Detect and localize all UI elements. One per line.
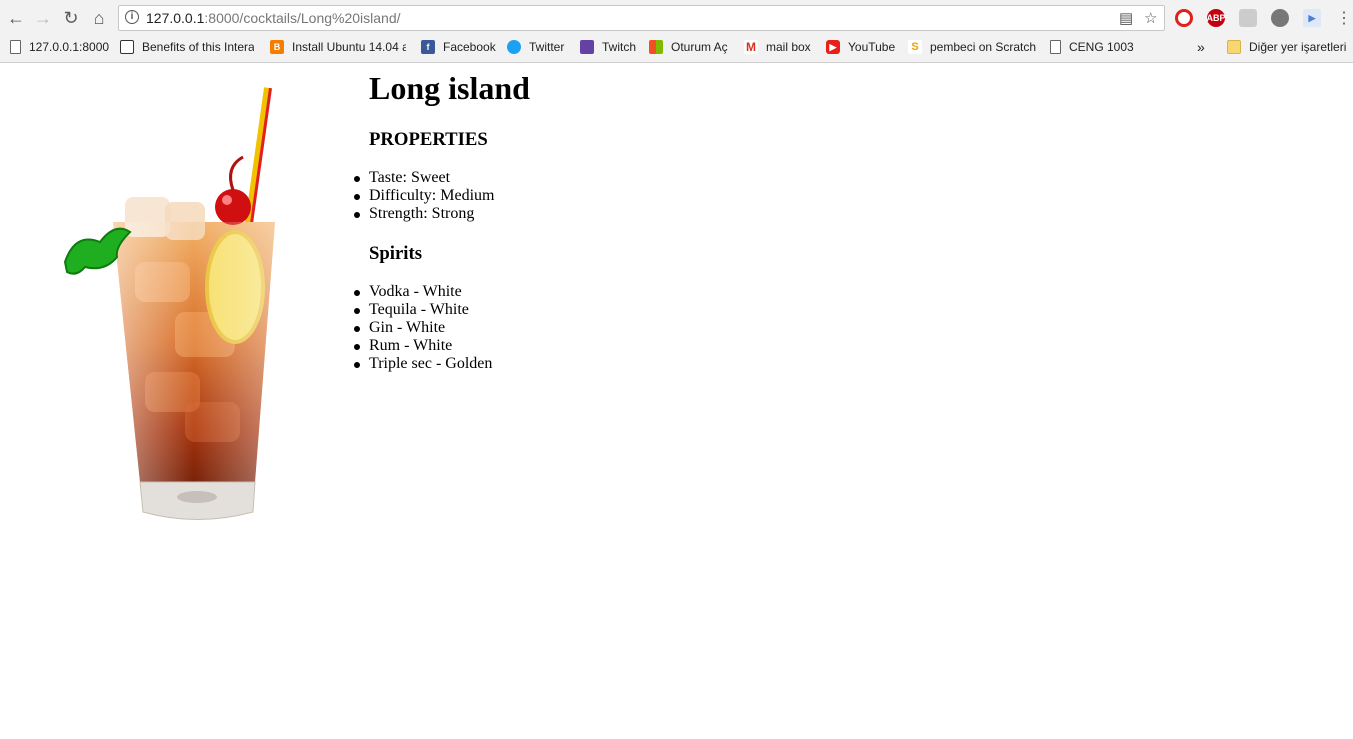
url-host: 127.0.0.1 — [146, 10, 205, 26]
other-bookmarks-label: Diğer yer işaretleri — [1249, 40, 1347, 54]
bookmark-label: Benefits of this Intera — [142, 40, 254, 54]
bookmark-item[interactable]: ▶ YouTube — [826, 38, 895, 56]
bookmark-item[interactable]: Spembeci on Scratch — [908, 38, 1036, 56]
url-text[interactable]: 127.0.0.1:8000/cocktails/Long%20island/ — [146, 10, 401, 26]
bookmark-label: pembeci on Scratch — [930, 40, 1037, 54]
adblock-plus-icon[interactable]: ABP — [1207, 9, 1226, 27]
spirits-list: Vodka - White Tequila - White Gin - Whit… — [353, 283, 493, 373]
list-item: Triple sec - Golden — [353, 355, 493, 372]
home-icon[interactable]: ⌂ — [88, 7, 110, 29]
bookmark-label: Twitch — [602, 40, 637, 54]
page-content: Long island PROPERTIES Taste: Sweet Diff… — [0, 62, 1353, 739]
facebook-icon: f — [421, 40, 435, 54]
bookmark-item[interactable]: Benefits of this Intera — [120, 38, 254, 56]
bookmark-item[interactable]: CENG 1003 — [1050, 38, 1134, 56]
bookmark-label: mail box — [766, 40, 811, 54]
spirits-heading: Spirits — [369, 243, 422, 264]
properties-heading: PROPERTIES — [369, 129, 488, 150]
bookmarks-bar: 127.0.0.1:8000 Benefits of this Intera B… — [0, 36, 1353, 58]
reload-icon[interactable]: ↻ — [60, 7, 82, 29]
twitter-icon — [507, 40, 521, 54]
list-item: Gin - White — [353, 319, 492, 337]
site-icon — [120, 40, 134, 54]
bookmark-label: 127.0.0.1:8000 — [29, 40, 110, 54]
browser-toolbar: ← → ↻ ⌂ i 127.0.0.1:8000/cocktails/Long%… — [0, 0, 1353, 36]
bookmark-label: Install Ubuntu 14.04 a — [292, 40, 406, 54]
shield-icon[interactable] — [1239, 9, 1257, 27]
gmail-icon: M — [744, 40, 758, 54]
bookmark-label: Twitter — [529, 40, 565, 54]
list-item: Vodka - White — [353, 283, 492, 301]
bookmark-item[interactable]: Twitter — [507, 38, 564, 56]
properties-list: Taste: Sweet Difficulty: Medium Strength… — [353, 169, 495, 223]
bookmark-item[interactable]: f Facebook — [421, 38, 496, 56]
bookmark-item[interactable]: 127.0.0.1:8000 — [10, 38, 109, 56]
list-item: Rum - White — [353, 337, 492, 355]
bookmark-label: YouTube — [848, 40, 896, 54]
list-item: Tequila - White — [353, 301, 492, 319]
bookmark-item[interactable]: Mmail box — [744, 38, 811, 56]
twitch-icon — [580, 40, 594, 54]
list-item: Strength: Strong — [353, 205, 494, 223]
page-icon — [1050, 40, 1061, 54]
menu-icon[interactable]: ⋮ — [1333, 7, 1353, 29]
opera-icon[interactable] — [1175, 9, 1193, 27]
url-path: :8000/cocktails/Long%20island/ — [204, 10, 401, 26]
bookmark-label: CENG 1003 — [1069, 40, 1134, 54]
cocktail-image — [63, 87, 275, 520]
back-icon[interactable]: ← — [5, 7, 27, 29]
folder-icon — [1227, 40, 1241, 54]
browser-chrome: ← → ↻ ⌂ i 127.0.0.1:8000/cocktails/Long%… — [0, 0, 1353, 63]
translate-icon[interactable]: ▤ — [1119, 9, 1133, 27]
microsoft-icon — [649, 40, 663, 54]
page-title: Long island — [369, 70, 530, 106]
bookmark-label: Oturum Aç — [671, 40, 728, 54]
info-icon[interactable]: i — [125, 10, 139, 24]
blogger-icon: B — [270, 40, 284, 54]
bookmark-item[interactable]: B Install Ubuntu 14.04 a — [270, 38, 406, 56]
docs-icon[interactable]: ▶ — [1303, 9, 1321, 27]
bookmark-label: Facebook — [443, 40, 496, 54]
list-item: Taste: Sweet — [353, 169, 494, 187]
bookmark-item[interactable]: Twitch — [580, 38, 636, 56]
list-item: Difficulty: Medium — [353, 187, 495, 204]
other-bookmarks-folder[interactable]: Diğer yer işaretleri — [1227, 38, 1346, 56]
extension-icon[interactable] — [1271, 9, 1289, 27]
youtube-icon: ▶ — [826, 40, 840, 54]
page-icon — [10, 40, 21, 54]
bookmark-item[interactable]: Oturum Aç — [649, 38, 728, 56]
forward-icon[interactable]: → — [32, 7, 54, 29]
scratch-icon: S — [908, 40, 922, 54]
more-bookmarks-label: » — [1197, 39, 1205, 55]
more-bookmarks-button[interactable]: » — [1197, 38, 1205, 56]
star-icon[interactable]: ☆ — [1144, 9, 1157, 27]
address-bar[interactable]: i 127.0.0.1:8000/cocktails/Long%20island… — [118, 5, 1165, 31]
